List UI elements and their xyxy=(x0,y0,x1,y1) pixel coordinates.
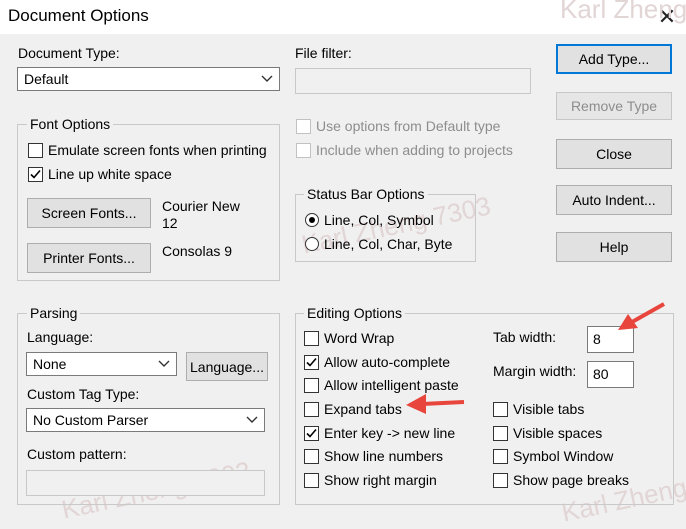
chevron-down-icon xyxy=(158,360,170,367)
auto-indent-button[interactable]: Auto Indent... xyxy=(556,185,672,215)
word-wrap-checkbox[interactable] xyxy=(304,331,319,346)
screen-font-name: Courier New xyxy=(162,198,240,214)
use-default-checkbox[interactable] xyxy=(296,119,311,134)
enter-key-label: Enter key -> new line xyxy=(324,425,456,441)
status-bar-option2-radio[interactable] xyxy=(305,237,319,251)
language-button[interactable]: Language... xyxy=(186,352,268,381)
page-breaks-checkbox[interactable] xyxy=(493,473,508,488)
auto-complete-checkbox[interactable] xyxy=(304,355,319,370)
document-type-label: Document Type: xyxy=(18,45,120,61)
enter-key-checkbox[interactable] xyxy=(304,426,319,441)
font-options-title: Font Options xyxy=(27,116,114,132)
auto-complete-label: Allow auto-complete xyxy=(324,354,451,370)
arrow-annotation-icon xyxy=(618,302,665,330)
symbol-window-checkbox[interactable] xyxy=(493,449,508,464)
file-filter-label: File filter: xyxy=(295,45,352,61)
custom-tag-value: No Custom Parser xyxy=(33,412,149,428)
close-button[interactable]: Close xyxy=(556,139,672,169)
checkmark-icon xyxy=(306,357,317,367)
line-numbers-label: Show line numbers xyxy=(324,448,444,464)
checkmark-icon xyxy=(306,428,317,438)
custom-pattern-input[interactable] xyxy=(26,470,265,496)
printer-font: Consolas 9 xyxy=(162,243,233,259)
emulate-fonts-label: Emulate screen fonts when printing xyxy=(48,142,267,158)
chevron-down-icon xyxy=(261,75,273,82)
margin-width-input[interactable]: 80 xyxy=(587,361,634,388)
custom-pattern-label: Custom pattern: xyxy=(27,446,127,462)
document-type-value: Default xyxy=(24,71,69,87)
file-filter-input[interactable] xyxy=(295,68,531,94)
line-up-checkbox[interactable] xyxy=(28,167,43,182)
visible-spaces-label: Visible spaces xyxy=(513,425,603,441)
page-breaks-label: Show page breaks xyxy=(513,472,629,488)
symbol-window-label: Symbol Window xyxy=(513,448,614,464)
tab-width-label: Tab width: xyxy=(493,329,557,345)
word-wrap-label: Word Wrap xyxy=(324,330,395,346)
editing-options-title: Editing Options xyxy=(304,305,405,321)
chevron-down-icon xyxy=(246,416,258,423)
language-select[interactable]: None xyxy=(26,352,177,376)
visible-tabs-checkbox[interactable] xyxy=(493,402,508,417)
window-title: Document Options xyxy=(8,6,149,25)
line-numbers-checkbox[interactable] xyxy=(304,449,319,464)
screen-font-size: 12 xyxy=(162,215,178,231)
status-bar-option2-label: Line, Col, Char, Byte xyxy=(324,236,453,252)
status-bar-option1-label: Line, Col, Symbol xyxy=(324,212,434,228)
arrow-annotation-icon xyxy=(406,394,465,414)
status-bar-option1-radio[interactable] xyxy=(305,213,319,227)
visible-tabs-label: Visible tabs xyxy=(513,401,585,417)
emulate-fonts-checkbox[interactable] xyxy=(28,143,43,158)
parsing-title: Parsing xyxy=(27,305,81,321)
line-up-label: Line up white space xyxy=(48,166,172,182)
custom-tag-select[interactable]: No Custom Parser xyxy=(26,408,265,432)
watermark: Karl Zheng 7303 xyxy=(560,0,686,24)
help-button[interactable]: Help xyxy=(556,232,672,262)
language-value: None xyxy=(33,356,67,372)
checkmark-icon xyxy=(30,169,41,179)
use-default-label: Use options from Default type xyxy=(316,118,501,134)
intelligent-paste-checkbox[interactable] xyxy=(304,378,319,393)
screen-fonts-button[interactable]: Screen Fonts... xyxy=(27,198,151,228)
document-type-select[interactable]: Default xyxy=(17,67,280,91)
right-margin-label: Show right margin xyxy=(324,472,437,488)
expand-tabs-checkbox[interactable] xyxy=(304,402,319,417)
status-bar-title: Status Bar Options xyxy=(304,186,428,202)
printer-fonts-button[interactable]: Printer Fonts... xyxy=(27,243,151,273)
custom-tag-label: Custom Tag Type: xyxy=(27,386,140,402)
add-type-button[interactable]: Add Type... xyxy=(556,44,672,74)
include-projects-checkbox[interactable] xyxy=(296,143,311,158)
visible-spaces-checkbox[interactable] xyxy=(493,426,508,441)
margin-width-label: Margin width: xyxy=(493,363,577,379)
expand-tabs-label: Expand tabs xyxy=(324,401,402,417)
remove-type-button[interactable]: Remove Type xyxy=(556,92,672,120)
include-projects-label: Include when adding to projects xyxy=(316,142,513,158)
language-label: Language: xyxy=(27,329,94,345)
right-margin-checkbox[interactable] xyxy=(304,473,319,488)
